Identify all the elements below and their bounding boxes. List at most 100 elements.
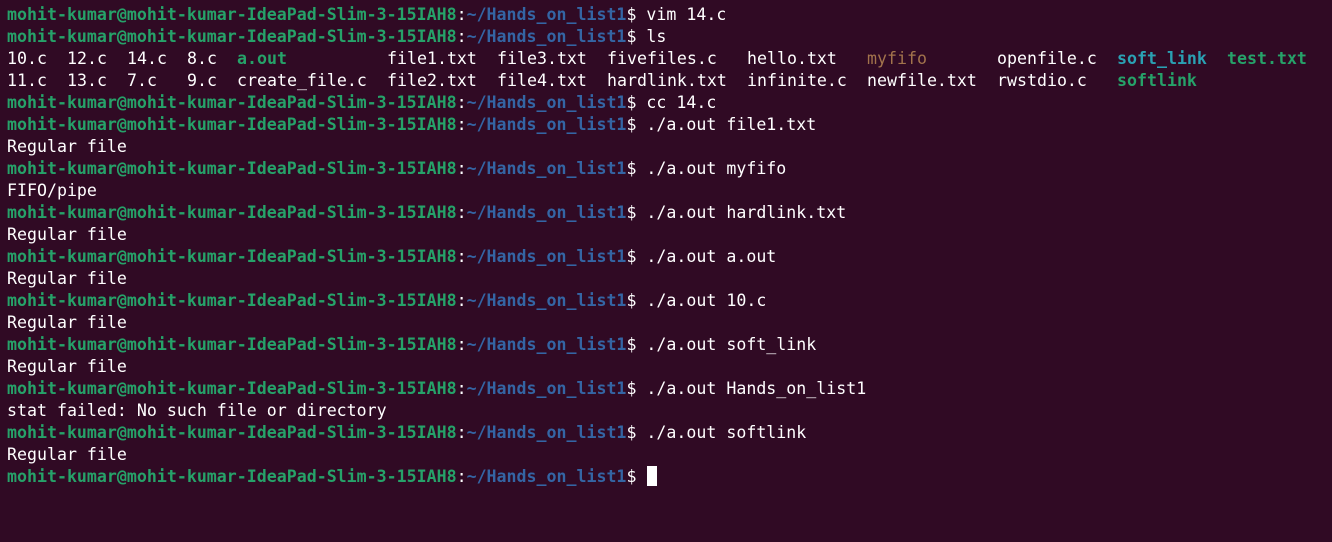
ls-entry-exec: a.out xyxy=(237,49,287,68)
command-text: ./a.out 10.c xyxy=(646,291,767,310)
prompt-dollar: $ xyxy=(626,335,647,354)
command-text: cc 14.c xyxy=(646,93,717,112)
prompt-dollar: $ xyxy=(626,115,647,134)
command-output: Regular file xyxy=(7,444,1327,466)
prompt-colon: : xyxy=(456,5,467,24)
ls-entry-plain: 8.c xyxy=(187,49,217,68)
terminal-window[interactable]: mohit-kumar@mohit-kumar-IdeaPad-Slim-3-1… xyxy=(7,4,1327,538)
command-text: ./a.out a.out xyxy=(646,247,777,266)
command-output: Regular file xyxy=(7,136,1327,158)
ls-entry-plain: hardlink.txt xyxy=(607,71,727,90)
prompt-path: ~/Hands_on_list1 xyxy=(466,247,627,266)
prompt-user-host: mohit-kumar@mohit-kumar-IdeaPad-Slim-3-1… xyxy=(7,467,457,486)
ls-output-row: 11.c 13.c 7.c 9.c create_file.c file2.txt file… xyxy=(7,70,1327,92)
prompt-dollar: $ xyxy=(626,291,647,310)
prompt-user-host: mohit-kumar@mohit-kumar-IdeaPad-Slim-3-1… xyxy=(7,335,457,354)
command-output: Regular file xyxy=(7,356,1327,378)
prompt-dollar: $ xyxy=(626,5,647,24)
prompt-line: mohit-kumar@mohit-kumar-IdeaPad-Slim-3-1… xyxy=(7,92,1327,114)
prompt-colon: : xyxy=(456,423,467,442)
command-text: ./a.out softlink xyxy=(646,423,807,442)
ls-entry-exec: softlink xyxy=(1117,71,1197,90)
prompt-path: ~/Hands_on_list1 xyxy=(466,379,627,398)
ls-entry-plain: 9.c xyxy=(187,71,217,90)
prompt-user-host: mohit-kumar@mohit-kumar-IdeaPad-Slim-3-1… xyxy=(7,115,457,134)
ls-entry-plain: fivefiles.c xyxy=(607,49,717,68)
prompt-path: ~/Hands_on_list1 xyxy=(466,159,627,178)
ls-entry-plain: 14.c xyxy=(127,49,167,68)
prompt-line: mohit-kumar@mohit-kumar-IdeaPad-Slim-3-1… xyxy=(7,246,1327,268)
text-cursor[interactable] xyxy=(647,466,658,486)
output-text: Regular file xyxy=(7,313,127,332)
ls-entry-plain: 12.c xyxy=(67,49,107,68)
prompt-colon: : xyxy=(456,159,467,178)
command-text: ./a.out myfifo xyxy=(646,159,787,178)
prompt-path: ~/Hands_on_list1 xyxy=(466,467,627,486)
prompt-dollar: $ xyxy=(626,247,647,266)
ls-entry-plain: 7.c xyxy=(127,71,157,90)
prompt-dollar: $ xyxy=(626,27,647,46)
prompt-colon: : xyxy=(456,115,467,134)
ls-entry-plain: hello.txt xyxy=(747,49,837,68)
ls-entry-plain: 13.c xyxy=(67,71,107,90)
ls-entry-plain: create_file.c xyxy=(237,71,367,90)
prompt-line: mohit-kumar@mohit-kumar-IdeaPad-Slim-3-1… xyxy=(7,4,1327,26)
output-text: Regular file xyxy=(7,357,127,376)
prompt-line: mohit-kumar@mohit-kumar-IdeaPad-Slim-3-1… xyxy=(7,334,1327,356)
prompt-colon: : xyxy=(456,203,467,222)
command-output: Regular file xyxy=(7,268,1327,290)
prompt-path: ~/Hands_on_list1 xyxy=(466,203,627,222)
prompt-colon: : xyxy=(456,379,467,398)
prompt-line: mohit-kumar@mohit-kumar-IdeaPad-Slim-3-1… xyxy=(7,114,1327,136)
command-output: stat failed: No such file or directory xyxy=(7,400,1327,422)
ls-entry-plain: infinite.c xyxy=(747,71,847,90)
ls-entry-plain: file2.txt xyxy=(387,71,477,90)
prompt-line: mohit-kumar@mohit-kumar-IdeaPad-Slim-3-1… xyxy=(7,202,1327,224)
prompt-path: ~/Hands_on_list1 xyxy=(466,5,627,24)
ls-entry-plain: file3.txt xyxy=(497,49,587,68)
prompt-path: ~/Hands_on_list1 xyxy=(466,291,627,310)
output-text: FIFO/pipe xyxy=(7,181,97,200)
output-text: Regular file xyxy=(7,269,127,288)
command-output: FIFO/pipe xyxy=(7,180,1327,202)
prompt-dollar: $ xyxy=(626,379,647,398)
output-text: Regular file xyxy=(7,225,127,244)
ls-entry-plain: 10.c xyxy=(7,49,47,68)
prompt-colon: : xyxy=(456,291,467,310)
prompt-line: mohit-kumar@mohit-kumar-IdeaPad-Slim-3-1… xyxy=(7,158,1327,180)
output-text: stat failed: No such file or directory xyxy=(7,401,387,420)
prompt-line: mohit-kumar@mohit-kumar-IdeaPad-Slim-3-1… xyxy=(7,466,1327,488)
prompt-line: mohit-kumar@mohit-kumar-IdeaPad-Slim-3-1… xyxy=(7,422,1327,444)
prompt-user-host: mohit-kumar@mohit-kumar-IdeaPad-Slim-3-1… xyxy=(7,423,457,442)
prompt-line: mohit-kumar@mohit-kumar-IdeaPad-Slim-3-1… xyxy=(7,290,1327,312)
prompt-colon: : xyxy=(456,247,467,266)
prompt-dollar: $ xyxy=(626,93,647,112)
prompt-path: ~/Hands_on_list1 xyxy=(466,115,627,134)
prompt-dollar: $ xyxy=(626,423,647,442)
ls-entry-plain: openfile.c xyxy=(997,49,1097,68)
prompt-colon: : xyxy=(456,27,467,46)
prompt-user-host: mohit-kumar@mohit-kumar-IdeaPad-Slim-3-1… xyxy=(7,5,457,24)
ls-entry-symlink: soft_link xyxy=(1117,49,1207,68)
prompt-user-host: mohit-kumar@mohit-kumar-IdeaPad-Slim-3-1… xyxy=(7,203,457,222)
prompt-path: ~/Hands_on_list1 xyxy=(466,335,627,354)
command-text: ./a.out soft_link xyxy=(646,335,817,354)
prompt-dollar: $ xyxy=(626,203,647,222)
ls-output-row: 10.c 12.c 14.c 8.c a.out file1.txt file3.txt fi… xyxy=(7,48,1327,70)
prompt-user-host: mohit-kumar@mohit-kumar-IdeaPad-Slim-3-1… xyxy=(7,379,457,398)
prompt-path: ~/Hands_on_list1 xyxy=(466,423,627,442)
output-text: Regular file xyxy=(7,137,127,156)
ls-entry-plain: file4.txt xyxy=(497,71,587,90)
command-output: Regular file xyxy=(7,224,1327,246)
ls-entry-plain: rwstdio.c xyxy=(997,71,1087,90)
ls-entry-exec: test.txt xyxy=(1227,49,1307,68)
ls-entry-plain: 11.c xyxy=(7,71,47,90)
prompt-line: mohit-kumar@mohit-kumar-IdeaPad-Slim-3-1… xyxy=(7,378,1327,400)
ls-entry-fifo: myfifo xyxy=(867,49,927,68)
prompt-user-host: mohit-kumar@mohit-kumar-IdeaPad-Slim-3-1… xyxy=(7,27,457,46)
prompt-user-host: mohit-kumar@mohit-kumar-IdeaPad-Slim-3-1… xyxy=(7,93,457,112)
prompt-user-host: mohit-kumar@mohit-kumar-IdeaPad-Slim-3-1… xyxy=(7,159,457,178)
prompt-dollar: $ xyxy=(626,159,647,178)
prompt-colon: : xyxy=(456,467,467,486)
prompt-user-host: mohit-kumar@mohit-kumar-IdeaPad-Slim-3-1… xyxy=(7,291,457,310)
